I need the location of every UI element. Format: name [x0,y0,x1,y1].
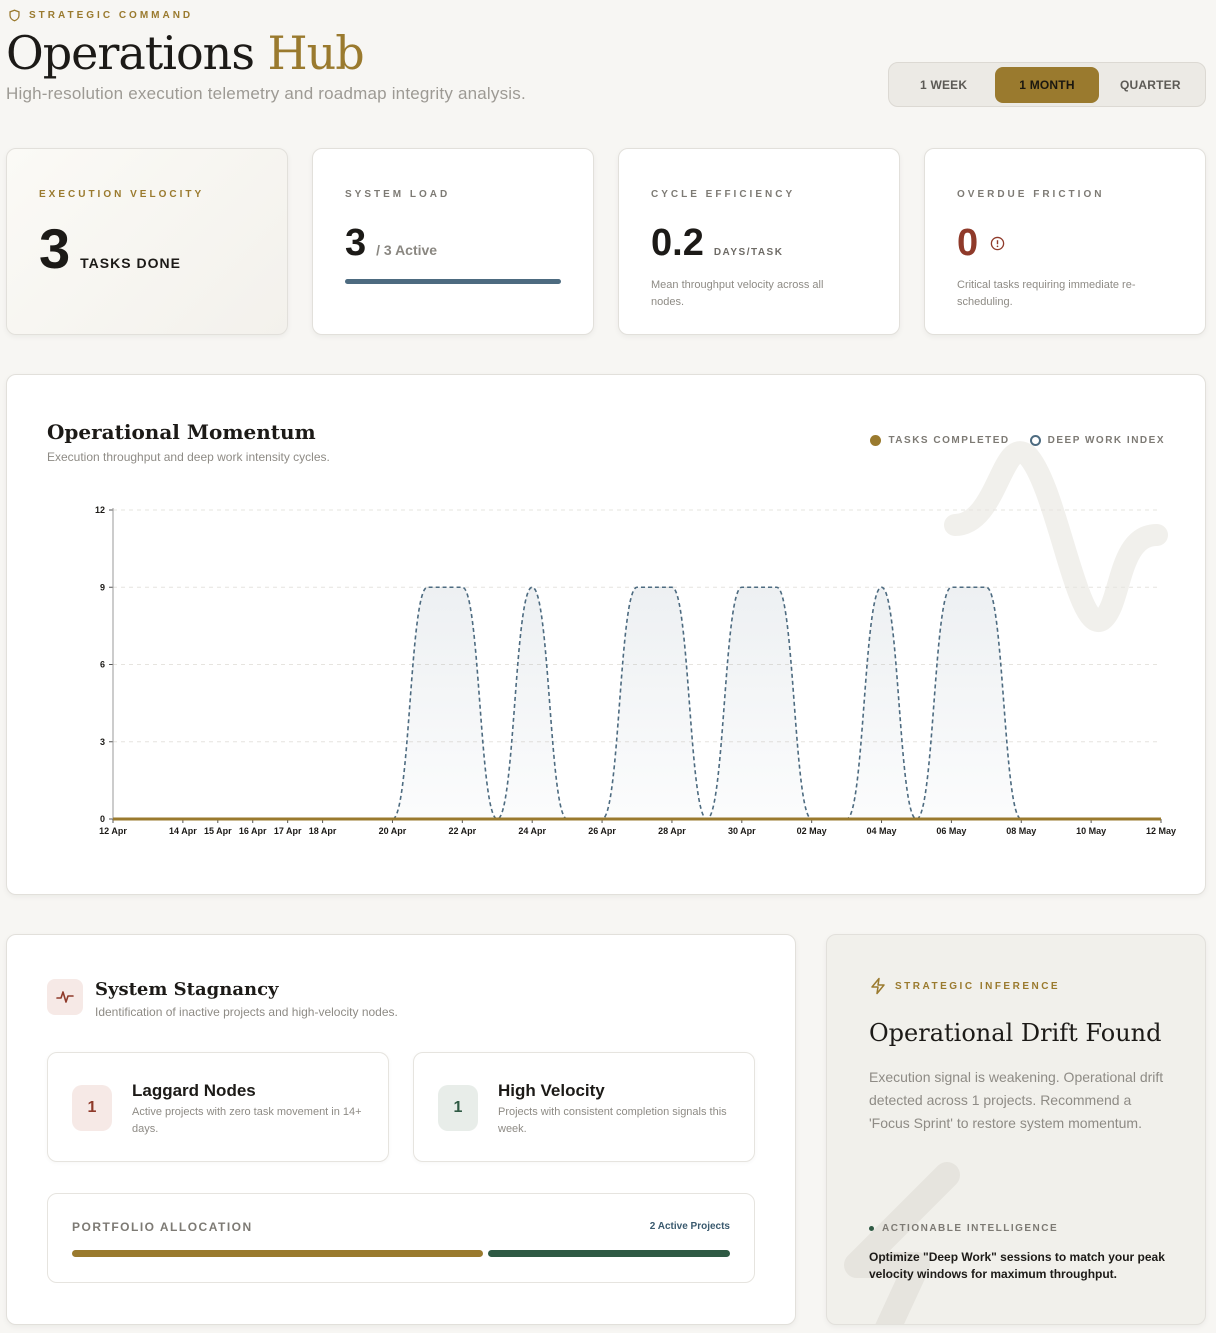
kpi-value: 3 [345,222,367,264]
kpi-label: EXECUTION VELOCITY [39,189,205,200]
y-tick-label: 3 [100,737,105,747]
y-tick-label: 6 [100,660,105,670]
x-tick-label: 17 Apr [274,826,302,836]
allocation-segment-1 [488,1250,730,1257]
title-accent: Hub [267,26,365,80]
range-1-week-button[interactable]: 1 WEEK [892,67,995,103]
chart-legend: TASKS COMPLETED DEEP WORK INDEX [870,435,1165,446]
x-tick-label: 06 May [936,826,966,836]
kpi-note: Critical tasks requiring immediate re-sc… [957,279,1136,308]
legend-label: DEEP WORK INDEX [1047,435,1165,446]
x-tick-label: 18 Apr [309,826,337,836]
legend-tasks-completed[interactable]: TASKS COMPLETED [870,435,1009,446]
kpi-value: 3 [39,217,71,280]
page-title: Operations Hub [6,26,365,80]
strategic-inference-card: STRATEGIC INFERENCE Operational Drift Fo… [826,934,1206,1325]
portfolio-allocation-card: PORTFOLIO ALLOCATION 2 Active Projects [47,1193,755,1283]
deep-work-area [113,587,1161,819]
y-tick-label: 9 [100,582,105,592]
legend-swatch-ring [1029,435,1041,446]
y-tick-label: 12 [95,505,105,515]
x-tick-label: 10 May [1076,826,1106,836]
section-subtitle: Identification of inactive projects and … [95,1005,398,1019]
x-tick-label: 08 May [1006,826,1036,836]
chart-subtitle: Execution throughput and deep work inten… [47,450,330,464]
shield-icon [9,9,20,22]
x-tick-label: 12 May [1146,826,1176,836]
allocation-segment-0 [72,1250,484,1257]
allocation-bar [72,1250,730,1257]
alert-circle-icon [990,236,1005,251]
actionable-intelligence-label: ACTIONABLE INTELLIGENCE [869,1223,1058,1234]
x-tick-label: 16 Apr [239,826,267,836]
kpi-unit: / 3 Active [376,242,438,258]
kpi-label: CYCLE EFFICIENCY [651,189,796,200]
x-tick-label: 02 May [797,826,827,836]
allocation-label: PORTFOLIO ALLOCATION [72,1220,253,1234]
x-tick-label: 30 Apr [728,826,756,836]
kpi-value: 0 [957,222,979,264]
section-label: ACTIONABLE INTELLIGENCE [882,1223,1059,1234]
overdue-friction-card: OVERDUE FRICTION 0 Critical tasks requir… [924,148,1206,335]
x-tick-label: 22 Apr [448,826,476,836]
x-tick-label: 15 Apr [204,826,232,836]
inference-eyebrow: STRATEGIC INFERENCE [869,977,1060,995]
page-eyebrow: STRATEGIC COMMAND [8,9,193,22]
y-tick-label: 0 [100,814,105,824]
x-tick-label: 04 May [867,826,897,836]
x-tick-label: 28 Apr [658,826,686,836]
inference-title: Operational Drift Found [869,1019,1162,1047]
title-main: Operations [6,26,255,80]
x-tick-label: 24 Apr [518,826,546,836]
bolt-watermark-icon [844,1162,960,1324]
velocity-count-badge: 1 [438,1085,478,1131]
chart-title: Operational Momentum [47,420,316,444]
node-description: Projects with consistent completion sign… [498,1106,727,1135]
x-tick-label: 26 Apr [588,826,616,836]
high-velocity-card[interactable]: 1 High Velocity Projects with consistent… [413,1052,755,1162]
actionable-intelligence-text: Optimize "Deep Work" sessions to match y… [869,1250,1165,1281]
legend-deep-work-index[interactable]: DEEP WORK INDEX [1029,435,1165,446]
kpi-unit: DAYS/TASK [713,247,784,258]
execution-velocity-card: EXECUTION VELOCITY 3 TASKS DONE [6,148,288,335]
lightning-icon [871,977,885,995]
system-stagnancy-card: System Stagnancy Identification of inact… [6,934,796,1325]
allocation-count: 2 Active Projects [649,1221,730,1232]
eyebrow-label: STRATEGIC INFERENCE [895,980,1061,992]
activity-icon-box [47,979,83,1015]
section-title: System Stagnancy [95,979,279,1000]
operational-momentum-card: 0 3 6 9 12 12 Apr 14 Apr 15 Apr 16 Apr 17 Apr 18 A… [6,374,1206,895]
inference-text: Execution signal is weakening. Operation… [869,1069,1164,1131]
node-title: Laggard Nodes [132,1081,256,1100]
x-tick-label: 12 Apr [99,826,127,836]
legend-label: TASKS COMPLETED [888,435,1010,446]
range-1-month-button[interactable]: 1 MONTH [995,66,1099,103]
kpi-value: 0.2 [651,222,704,264]
laggard-count-badge: 1 [72,1085,112,1131]
kpi-label: OVERDUE FRICTION [957,189,1105,200]
kpi-note: Mean throughput velocity across all node… [651,279,824,308]
node-title: High Velocity [498,1081,605,1100]
legend-swatch-gold [870,435,882,446]
x-tick-label: 14 Apr [169,826,197,836]
range-quarter-button[interactable]: QUARTER [1099,67,1202,103]
system-load-card: SYSTEM LOAD 3 / 3 Active [312,148,594,335]
node-description: Active projects with zero task movement … [132,1106,362,1135]
kpi-label: SYSTEM LOAD [345,189,451,200]
page-subtitle: High-resolution execution telemetry and … [6,84,526,103]
cycle-efficiency-card: CYCLE EFFICIENCY 0.2 DAYS/TASK Mean thro… [618,148,900,335]
eyebrow-label: STRATEGIC COMMAND [29,10,194,21]
time-range-toggle: 1 WEEK 1 MONTH QUARTER [888,62,1206,107]
system-load-bar [345,279,561,284]
x-tick-label: 20 Apr [379,826,407,836]
laggard-nodes-card[interactable]: 1 Laggard Nodes Active projects with zer… [47,1052,389,1162]
kpi-unit: TASKS DONE [80,255,181,271]
status-dot [869,1226,874,1231]
activity-icon [56,991,74,1003]
